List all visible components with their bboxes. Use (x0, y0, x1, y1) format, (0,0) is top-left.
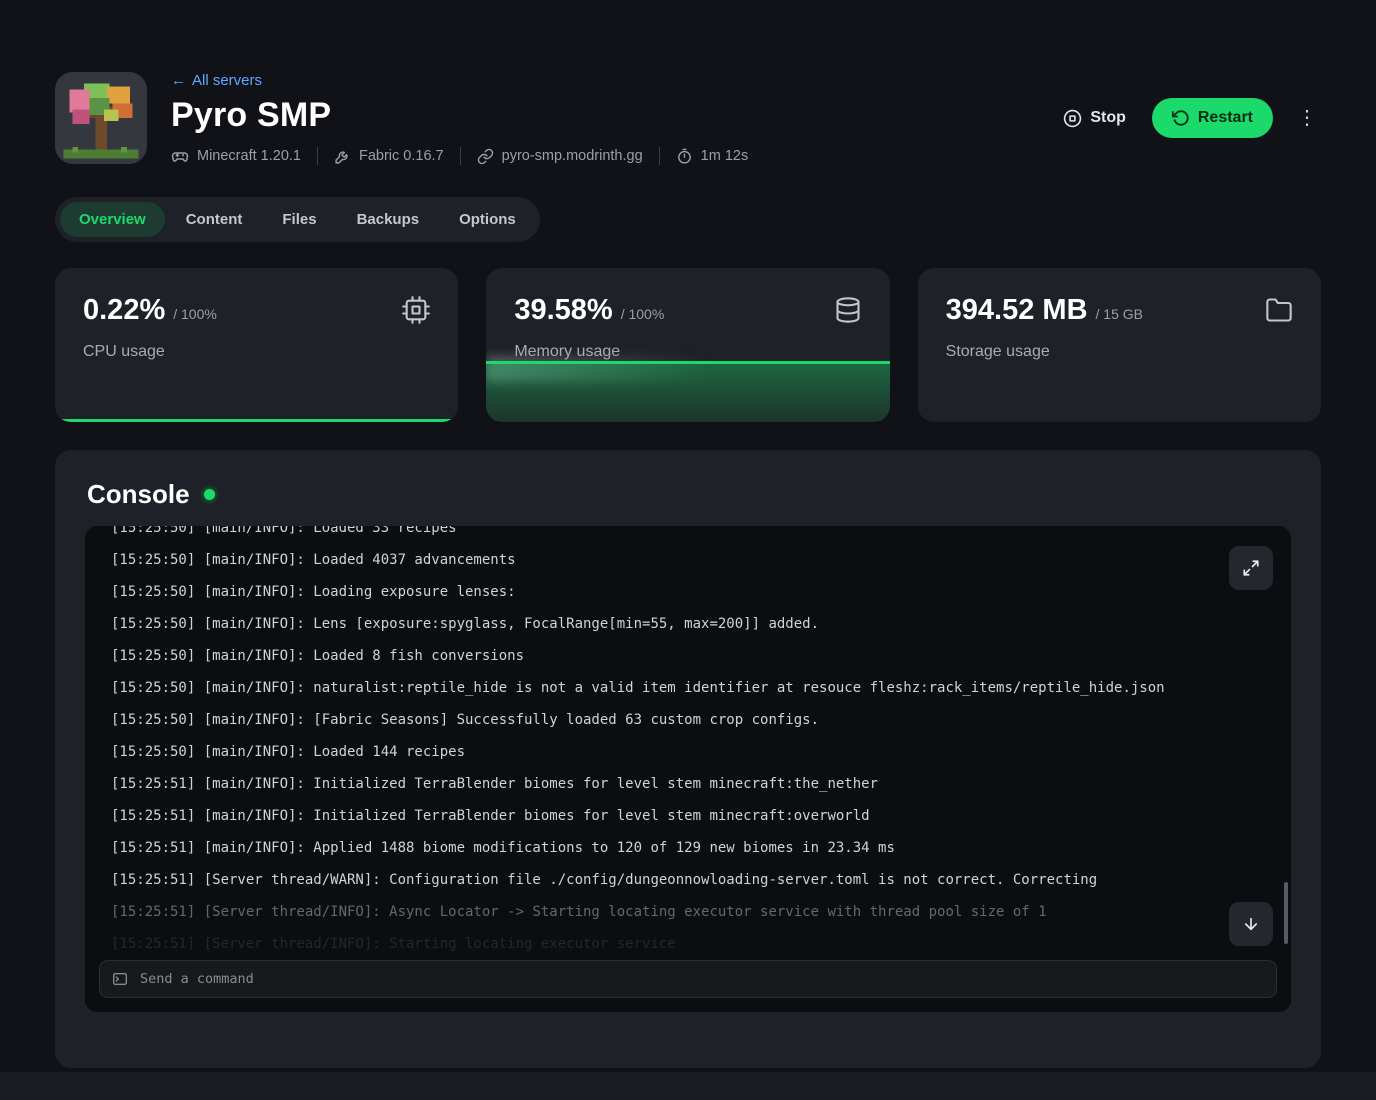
console-log-line: [15:25:50] [main/INFO]: Loaded 144 recip… (111, 736, 1265, 768)
server-header: ← All servers Pyro SMP Minecraft 1.20.1 … (55, 72, 1321, 165)
divider (317, 147, 318, 165)
online-status-dot (204, 489, 215, 500)
loader-version: Fabric 0.16.7 (334, 148, 444, 165)
terminal-icon (112, 971, 128, 987)
tab-backups[interactable]: Backups (338, 202, 439, 237)
header-actions: Stop Restart ⋮ (1057, 72, 1321, 138)
console-log-line: [15:25:51] [main/INFO]: Initialized Terr… (111, 800, 1265, 832)
restart-icon (1172, 109, 1190, 127)
tab-content[interactable]: Content (167, 202, 262, 237)
storage-value-row: 394.52 MB / 15 GB (946, 294, 1143, 327)
server-info: ← All servers Pyro SMP Minecraft 1.20.1 … (171, 72, 1033, 165)
console-log[interactable]: [15:25:50] [main/INFO]: Loaded 33 recipe… (85, 526, 1291, 960)
server-uptime-label: 1m 12s (701, 148, 749, 164)
stat-card-memory: 39.58% / 100% Memory usage (486, 268, 889, 422)
back-to-servers-link[interactable]: ← All servers (171, 72, 262, 89)
restart-button-label: Restart (1198, 109, 1253, 127)
restart-button[interactable]: Restart (1152, 98, 1273, 138)
console-log-line: [15:25:50] [main/INFO]: Loading exposure… (111, 576, 1265, 608)
console-scrollbar-thumb[interactable] (1284, 882, 1288, 944)
command-input[interactable] (138, 970, 1264, 988)
link-icon (477, 148, 494, 165)
gamepad-icon (171, 147, 189, 165)
cpu-usage-value: 0.22% (83, 294, 165, 327)
memory-usage-label: Memory usage (514, 343, 861, 361)
back-link-label: All servers (192, 72, 262, 89)
console-log-line: [15:25:51] [main/INFO]: Applied 1488 bio… (111, 832, 1265, 864)
server-version: Minecraft 1.20.1 (171, 147, 301, 165)
tree-icon (55, 72, 147, 164)
stats-row: 0.22% / 100% CPU usage 39.58% / 100% (55, 268, 1321, 422)
console-card: Console [15:25:50] [main/INFO]: Loaded 3… (55, 450, 1321, 1068)
command-bar (99, 960, 1277, 998)
console-log-line: [15:25:51] [Server thread/WARN]: Configu… (111, 864, 1265, 896)
divider (460, 147, 461, 165)
memory-usage-bar (486, 361, 889, 422)
expand-console-button[interactable] (1229, 546, 1273, 590)
stop-circle-icon (1063, 109, 1082, 128)
console-log-line: [15:25:51] [Server thread/INFO]: Async L… (111, 896, 1265, 928)
console-log-line: [15:25:50] [main/INFO]: [Fabric Seasons]… (111, 704, 1265, 736)
timer-icon (676, 148, 693, 165)
stat-card-cpu: 0.22% / 100% CPU usage (55, 268, 458, 422)
back-arrow-icon: ← (171, 72, 186, 89)
console-screen: [15:25:50] [main/INFO]: Loaded 33 recipe… (85, 526, 1291, 1012)
expand-icon (1242, 559, 1260, 577)
page-title: Pyro SMP (171, 96, 1033, 135)
storage-usage-max: / 15 GB (1096, 306, 1143, 322)
loader-version-label: Fabric 0.16.7 (359, 148, 444, 164)
stat-card-storage: 394.52 MB / 15 GB Storage usage (918, 268, 1321, 422)
console-log-line: [15:25:51] [Server thread/INFO]: Startin… (111, 928, 1265, 960)
memory-usage-value: 39.58% (514, 294, 612, 327)
memory-usage-max: / 100% (621, 306, 665, 322)
console-title-label: Console (87, 478, 190, 510)
storage-usage-label: Storage usage (946, 343, 1293, 361)
console-log-line: [15:25:50] [main/INFO]: Loaded 4037 adva… (111, 544, 1265, 576)
folder-icon (1265, 296, 1293, 324)
server-meta-row: Minecraft 1.20.1 Fabric 0.16.7 pyro-smp.… (171, 147, 1033, 165)
server-tabs: Overview Content Files Backups Options (55, 197, 540, 242)
overflow-menu-button[interactable]: ⋮ (1293, 102, 1321, 134)
cpu-value-row: 0.22% / 100% (83, 294, 217, 327)
database-icon (834, 296, 862, 324)
console-log-line: [15:25:50] [main/INFO]: naturalist:repti… (111, 672, 1265, 704)
tab-overview[interactable]: Overview (60, 202, 165, 237)
tab-options[interactable]: Options (440, 202, 535, 237)
scroll-to-bottom-button[interactable] (1229, 902, 1273, 946)
storage-usage-value: 394.52 MB (946, 294, 1088, 327)
server-uptime: 1m 12s (676, 148, 749, 165)
wrench-icon (334, 148, 351, 165)
memory-value-row: 39.58% / 100% (514, 294, 664, 327)
console-title: Console (87, 478, 1291, 510)
cpu-usage-bar (55, 419, 458, 422)
server-domain-label: pyro-smp.modrinth.gg (502, 148, 643, 164)
stop-button-label: Stop (1090, 109, 1126, 127)
cpu-icon (402, 296, 430, 324)
stop-button[interactable]: Stop (1057, 108, 1132, 129)
footer-strip (0, 1072, 1376, 1100)
console-log-line: [15:25:50] [main/INFO]: Loaded 33 recipe… (111, 526, 1265, 544)
server-domain[interactable]: pyro-smp.modrinth.gg (477, 148, 643, 165)
console-log-line: [15:25:50] [main/INFO]: Lens [exposure:s… (111, 608, 1265, 640)
divider (659, 147, 660, 165)
page-container: ← All servers Pyro SMP Minecraft 1.20.1 … (55, 0, 1321, 1068)
cpu-usage-max: / 100% (173, 306, 217, 322)
console-log-line: [15:25:50] [main/INFO]: Loaded 8 fish co… (111, 640, 1265, 672)
server-version-label: Minecraft 1.20.1 (197, 148, 301, 164)
server-avatar (55, 72, 147, 164)
arrow-down-icon (1242, 915, 1260, 933)
console-log-line: [15:25:51] [main/INFO]: Initialized Terr… (111, 768, 1265, 800)
cpu-usage-label: CPU usage (83, 343, 430, 361)
tab-files[interactable]: Files (263, 202, 335, 237)
